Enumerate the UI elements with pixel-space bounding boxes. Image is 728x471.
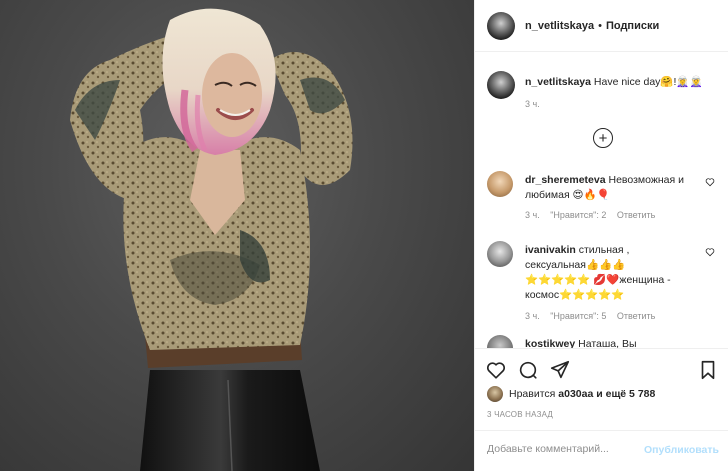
comment-username[interactable]: ivanivakin <box>525 244 576 256</box>
share-icon[interactable] <box>549 359 571 381</box>
comment-time[interactable]: 3 ч. <box>525 311 540 321</box>
comment-meta: 3 ч. "Нравится": 5 Ответить <box>525 311 663 321</box>
likes-prefix: Нравится <box>509 388 556 400</box>
comment-time[interactable]: 3 ч. <box>525 210 540 220</box>
commenter-avatar[interactable] <box>487 335 513 348</box>
caption-avatar[interactable] <box>487 71 515 99</box>
header-separator: • <box>598 19 602 32</box>
comments-list[interactable]: n_vetlitskaya Have nice day🤗!🧝‍♀️🧝‍♀️ 3 … <box>475 53 728 348</box>
reply-button[interactable]: Ответить <box>617 210 655 220</box>
add-comment-bar: Опубликовать <box>475 430 728 471</box>
profile-avatar[interactable] <box>487 11 515 40</box>
post-comment-button[interactable]: Опубликовать <box>644 444 719 456</box>
comment-meta: 3 ч. "Нравится": 2 Ответить <box>525 210 663 220</box>
comment-heart-icon[interactable] <box>705 177 715 187</box>
comment-likes[interactable]: "Нравится": 2 <box>550 210 606 220</box>
comment-text: Наташа, Вы <box>578 338 637 348</box>
post-header: n_vetlitskaya • Подписки <box>475 0 728 52</box>
caption-text: Have nice day🤗!🧝‍♀️🧝‍♀️ <box>593 76 703 88</box>
post-actions <box>475 348 728 388</box>
comment-username[interactable]: kostikwey <box>525 338 575 348</box>
reply-button[interactable]: Ответить <box>617 311 655 321</box>
post-side-panel: n_vetlitskaya • Подписки n_vetlitskaya H… <box>474 0 728 471</box>
comment-input[interactable] <box>487 443 647 455</box>
commenter-avatar[interactable] <box>487 171 513 197</box>
commenter-avatar[interactable] <box>487 241 513 267</box>
plus-circle-icon[interactable]: + <box>593 128 613 148</box>
photo-illustration <box>70 8 353 471</box>
comment-text-block: ivanivakin стильная , сексуальная👍👍👍⭐⭐⭐⭐… <box>525 243 685 303</box>
following-button[interactable]: Подписки <box>606 20 659 32</box>
likes-summary[interactable]: Нравится a030aa и ещё 5 788 <box>487 386 655 402</box>
caption-username[interactable]: n_vetlitskaya <box>525 76 591 88</box>
comment-heart-icon[interactable] <box>705 247 715 257</box>
comment-text-block: kostikwey Наташа, Вы <box>525 337 685 348</box>
likes-user[interactable]: a030aa <box>558 388 593 400</box>
comment-icon[interactable] <box>517 359 539 381</box>
header-username[interactable]: n_vetlitskaya <box>525 20 594 32</box>
post-time[interactable]: 3 ЧАСОВ НАЗАД <box>487 410 553 419</box>
post-photo[interactable] <box>0 0 474 471</box>
caption-time[interactable]: 3 ч. <box>525 99 540 109</box>
comment-likes[interactable]: "Нравится": 5 <box>550 311 606 321</box>
liker-avatar <box>487 386 503 402</box>
heart-icon[interactable] <box>485 359 507 381</box>
comment-username[interactable]: dr_sheremeteva <box>525 174 606 186</box>
bookmark-icon[interactable] <box>697 359 719 381</box>
comment-text-block: dr_sheremeteva Невозможная и любимая 😍🔥🎈 <box>525 173 685 203</box>
caption-text-block: n_vetlitskaya Have nice day🤗!🧝‍♀️🧝‍♀️ <box>525 75 715 89</box>
likes-count[interactable]: и ещё 5 788 <box>596 388 655 400</box>
